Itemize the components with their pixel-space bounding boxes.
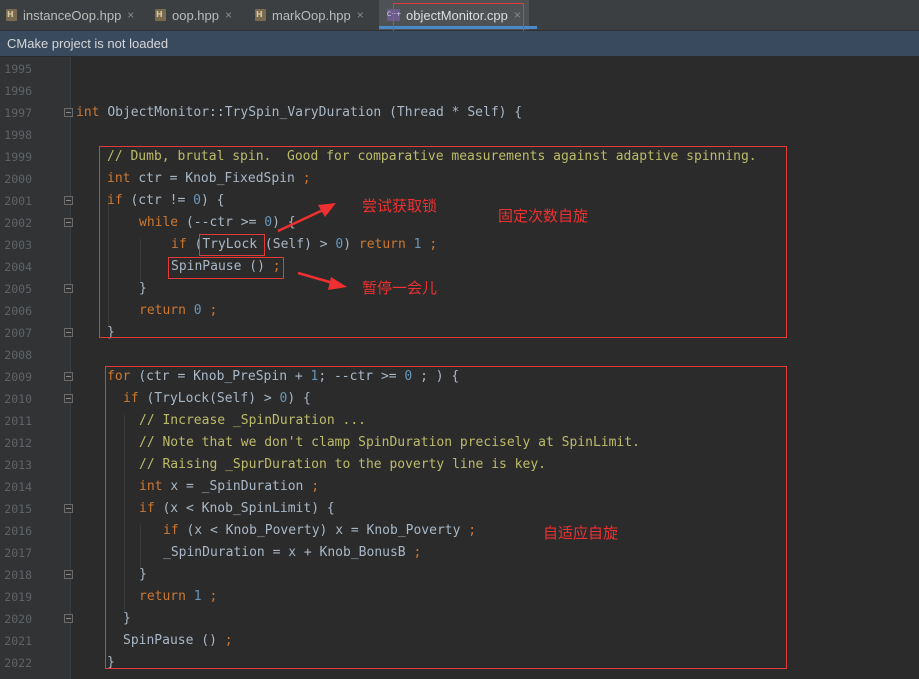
note-adaptive-spin: 自适应自旋 (543, 524, 619, 542)
arrow-to-spinpause (297, 271, 347, 290)
annotation-arrows (277, 203, 347, 290)
note-fixed-spin: 固定次数自旋 (498, 207, 589, 225)
arrow-to-trylock (277, 203, 336, 233)
note-pause: 暂停一会儿 (362, 279, 438, 297)
note-try-lock: 尝试获取锁 (362, 197, 438, 215)
